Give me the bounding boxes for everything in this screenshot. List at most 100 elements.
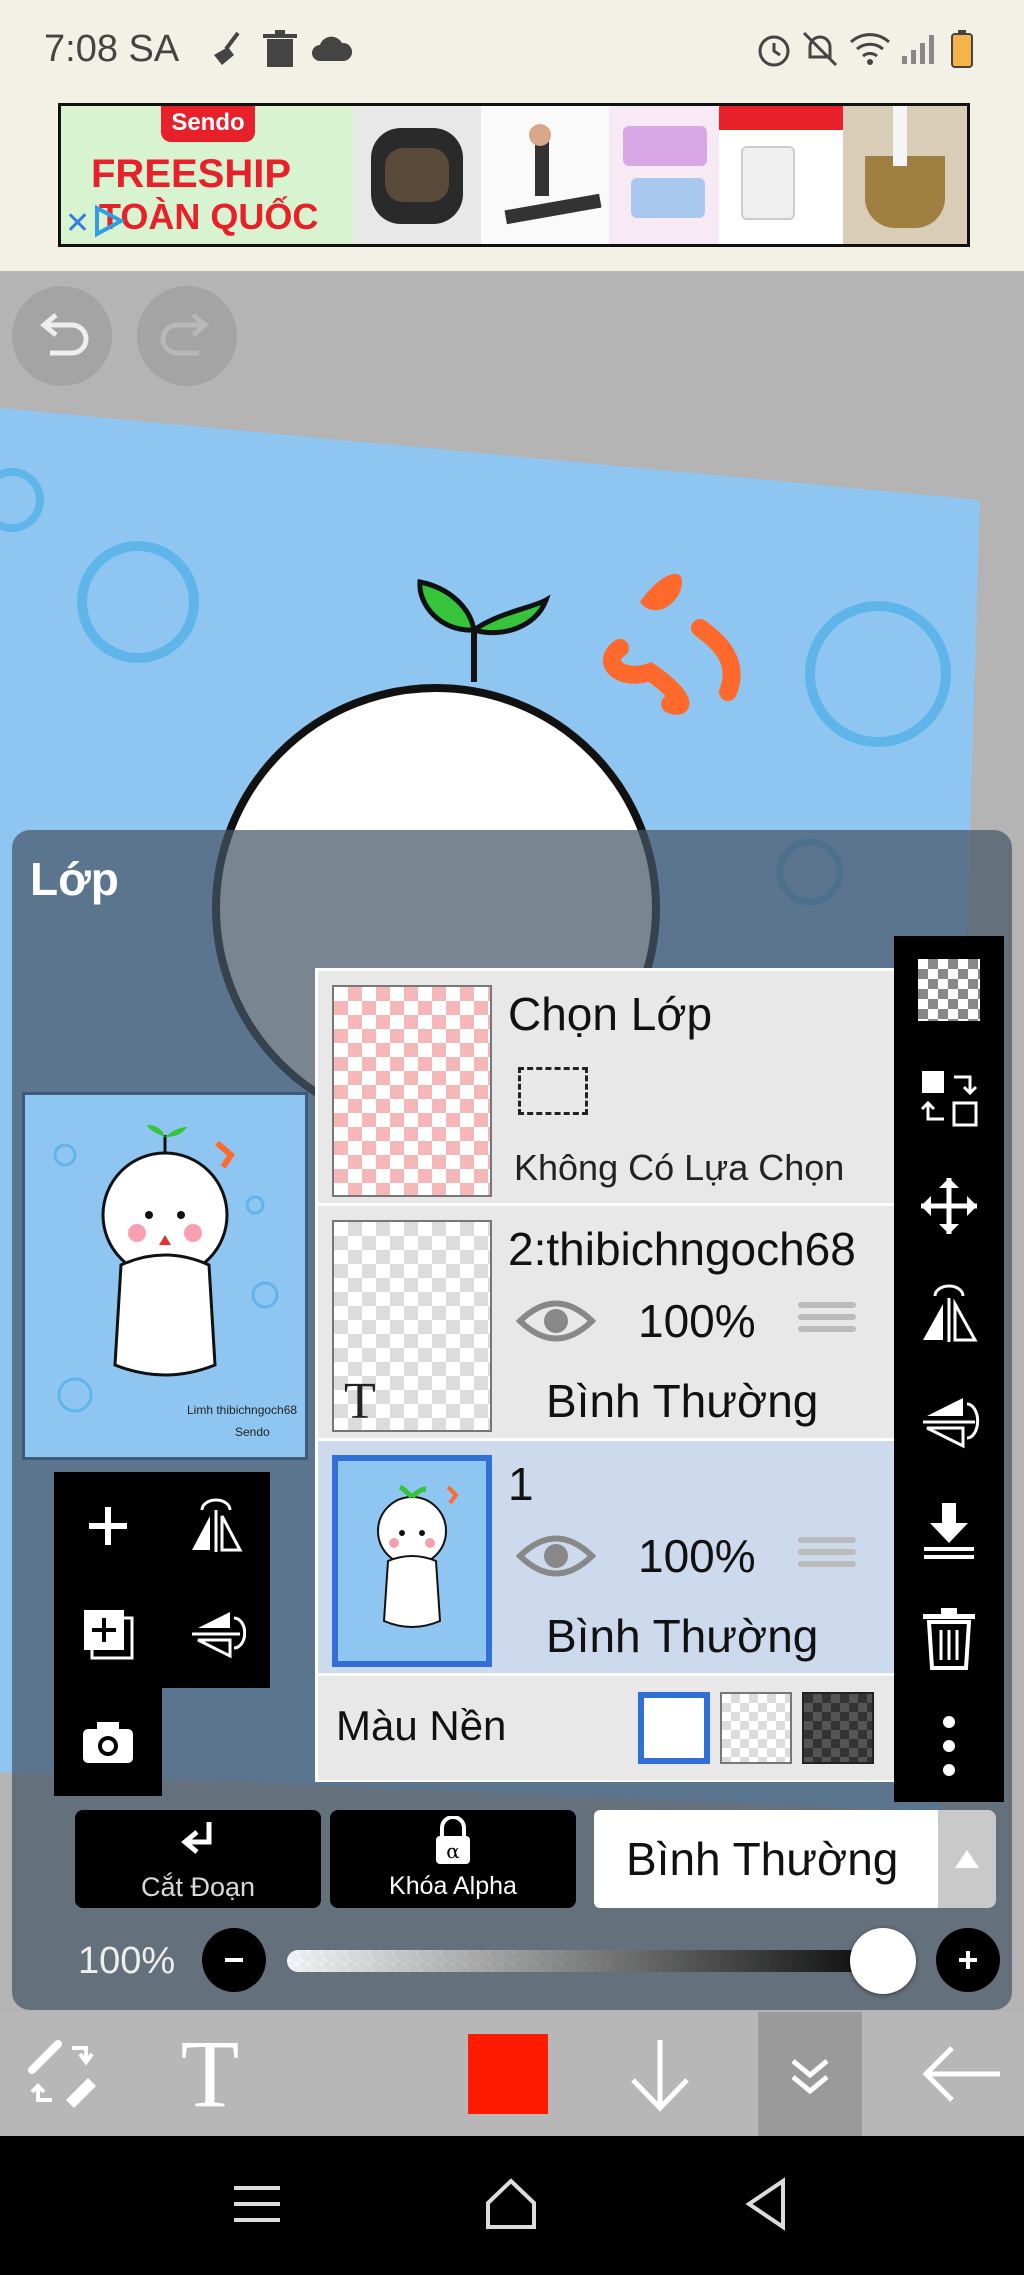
redo-icon (160, 313, 209, 356)
background-color-label: Màu Nền (336, 1702, 507, 1749)
minus-icon (225, 1958, 243, 1962)
flip-vertical-icon (923, 1398, 980, 1449)
blend-mode-dropdown-arrow[interactable] (938, 1810, 996, 1908)
swap-icon (920, 1071, 978, 1127)
transparent-fill-button[interactable] (894, 936, 1004, 1044)
opacity-row: 100% (12, 1920, 1012, 2000)
text-tool-button[interactable]: T (158, 2012, 262, 2136)
bottom-toolbar: T (0, 2012, 1024, 2136)
drag-handle-icon[interactable] (798, 1296, 856, 1342)
brush-eraser-toggle-icon (28, 2040, 96, 2108)
ad-product-image[interactable] (609, 106, 719, 244)
layer-row-selected[interactable]: 1 100% Bình Thường (318, 1441, 894, 1673)
broom-icon (206, 26, 250, 72)
move-layer-button[interactable] (894, 1152, 1004, 1260)
ad-charger-image[interactable] (719, 106, 843, 244)
opacity-decrease-button[interactable] (202, 1928, 266, 1992)
nav-back-button[interactable] (720, 2164, 810, 2244)
clip-label: Cắt Đoạn (140, 1872, 256, 1902)
bg-dark-option[interactable] (802, 1692, 874, 1764)
clip-arrow-icon (181, 1822, 212, 1854)
move-icon (921, 1178, 977, 1234)
layer-side-toolbar (894, 936, 1004, 1802)
undo-button[interactable] (12, 286, 112, 386)
ad-play-icon[interactable] (91, 204, 126, 243)
flip-horizontal-button[interactable] (894, 1260, 1004, 1368)
ad-airfryer-image[interactable] (353, 106, 481, 244)
alpha-lock-label: Khóa Alpha (389, 1872, 517, 1900)
battery-icon (948, 26, 976, 72)
layer-thumbnail (332, 1455, 492, 1667)
delete-layer-button[interactable] (894, 1584, 1004, 1692)
add-layer-button[interactable] (54, 1472, 162, 1580)
ad-close-icon[interactable]: ✕ (65, 206, 90, 241)
ad-brand: Sendo (161, 106, 255, 142)
blend-mode-select[interactable]: Bình Thường (594, 1810, 938, 1908)
trash-icon (260, 26, 300, 72)
bg-transparent-option[interactable] (720, 1692, 792, 1764)
camera-button[interactable] (54, 1688, 162, 1796)
wifi-icon (846, 26, 894, 72)
eye-icon[interactable] (515, 1294, 597, 1348)
panel-title: Lớp (30, 853, 119, 905)
ad-sendo-tile[interactable]: Sendo FREESHIP TOÀN QUỐC ✕ (61, 106, 353, 244)
back-button[interactable] (910, 2012, 1014, 2136)
alpha-lock-button[interactable]: α Khóa Alpha (330, 1810, 576, 1908)
home-icon (486, 2178, 536, 2229)
redo-button[interactable] (137, 286, 237, 386)
opacity-label: 100% (78, 1940, 176, 1982)
ad-pot-image[interactable] (843, 106, 967, 244)
duplicate-layer-button[interactable] (54, 1580, 162, 1688)
layer-name: 1 (508, 1458, 534, 1510)
more-options-button[interactable] (894, 1692, 1004, 1800)
blend-mode-value: Bình Thường (626, 1833, 899, 1885)
camera-icon (83, 1722, 133, 1763)
down-arrow-button[interactable] (608, 2012, 712, 2136)
layer-opacity: 100% (638, 1295, 756, 1347)
opacity-slider-thumb[interactable] (850, 1928, 916, 1994)
back-icon (745, 2177, 785, 2231)
flip-horizontal-icon (923, 1284, 978, 1342)
thumb-text-2: Sendo (235, 1425, 270, 1439)
opacity-increase-button[interactable] (936, 1928, 1000, 1992)
collapse-panel-button[interactable] (758, 2012, 862, 2136)
layer-panel: Lớp Limh thibichngoch68 Sendo Chọn Lớp K… (12, 830, 1012, 2010)
selection-status: Không Có Lựa Chọn (514, 1147, 845, 1188)
ad-banner[interactable]: Sendo FREESHIP TOÀN QUỐC ✕ (58, 103, 970, 247)
bg-white-option[interactable] (638, 1692, 710, 1764)
flip-layer-vertical-button[interactable] (162, 1580, 270, 1688)
status-time: 7:08 SA (44, 28, 180, 70)
ad-subline: TOÀN QUỐC (99, 196, 319, 237)
triangle-up-icon (955, 1850, 979, 1868)
canvas-preview-thumbnail[interactable]: Limh thibichngoch68 Sendo (22, 1092, 308, 1460)
signal-icon (898, 26, 938, 72)
selection-layer-thumbnail (332, 985, 492, 1197)
alarm-icon (752, 26, 796, 72)
recent-apps-button[interactable] (212, 2164, 302, 2244)
drag-handle-icon[interactable] (798, 1531, 856, 1577)
ad-treadmill-image[interactable] (481, 106, 609, 244)
selection-layer-title: Chọn Lớp (508, 988, 713, 1040)
swap-selection-button[interactable] (894, 1044, 1004, 1152)
brush-eraser-toggle-button[interactable] (10, 2012, 114, 2136)
ad-bar: Sendo FREESHIP TOÀN QUỐC ✕ (0, 103, 1024, 273)
layer-row[interactable]: T 2:thibichngoch68 100% Bình Thường (318, 1206, 894, 1438)
clip-button[interactable]: Cắt Đoạn (75, 1810, 321, 1908)
flip-layer-horizontal-button[interactable] (162, 1472, 270, 1580)
opacity-slider[interactable] (287, 1950, 907, 1972)
text-layer-icon: T (344, 1373, 376, 1430)
layer-thumbnail: T (332, 1220, 492, 1432)
lock-icon: α (436, 1816, 470, 1864)
home-button[interactable] (466, 2164, 556, 2244)
checkerboard-icon (918, 959, 980, 1021)
color-picker-button[interactable] (456, 2012, 560, 2136)
system-nav-bar (0, 2136, 1024, 2275)
color-swatch (468, 2034, 548, 2114)
mute-icon (798, 26, 842, 72)
merge-down-icon (924, 1503, 974, 1559)
selection-layer-row[interactable]: Chọn Lớp Không Có Lựa Chọn (318, 971, 894, 1203)
flip-vertical-button[interactable] (894, 1368, 1004, 1476)
selection-marquee-icon (518, 1067, 588, 1115)
merge-down-button[interactable] (894, 1476, 1004, 1584)
eye-icon[interactable] (515, 1529, 597, 1583)
